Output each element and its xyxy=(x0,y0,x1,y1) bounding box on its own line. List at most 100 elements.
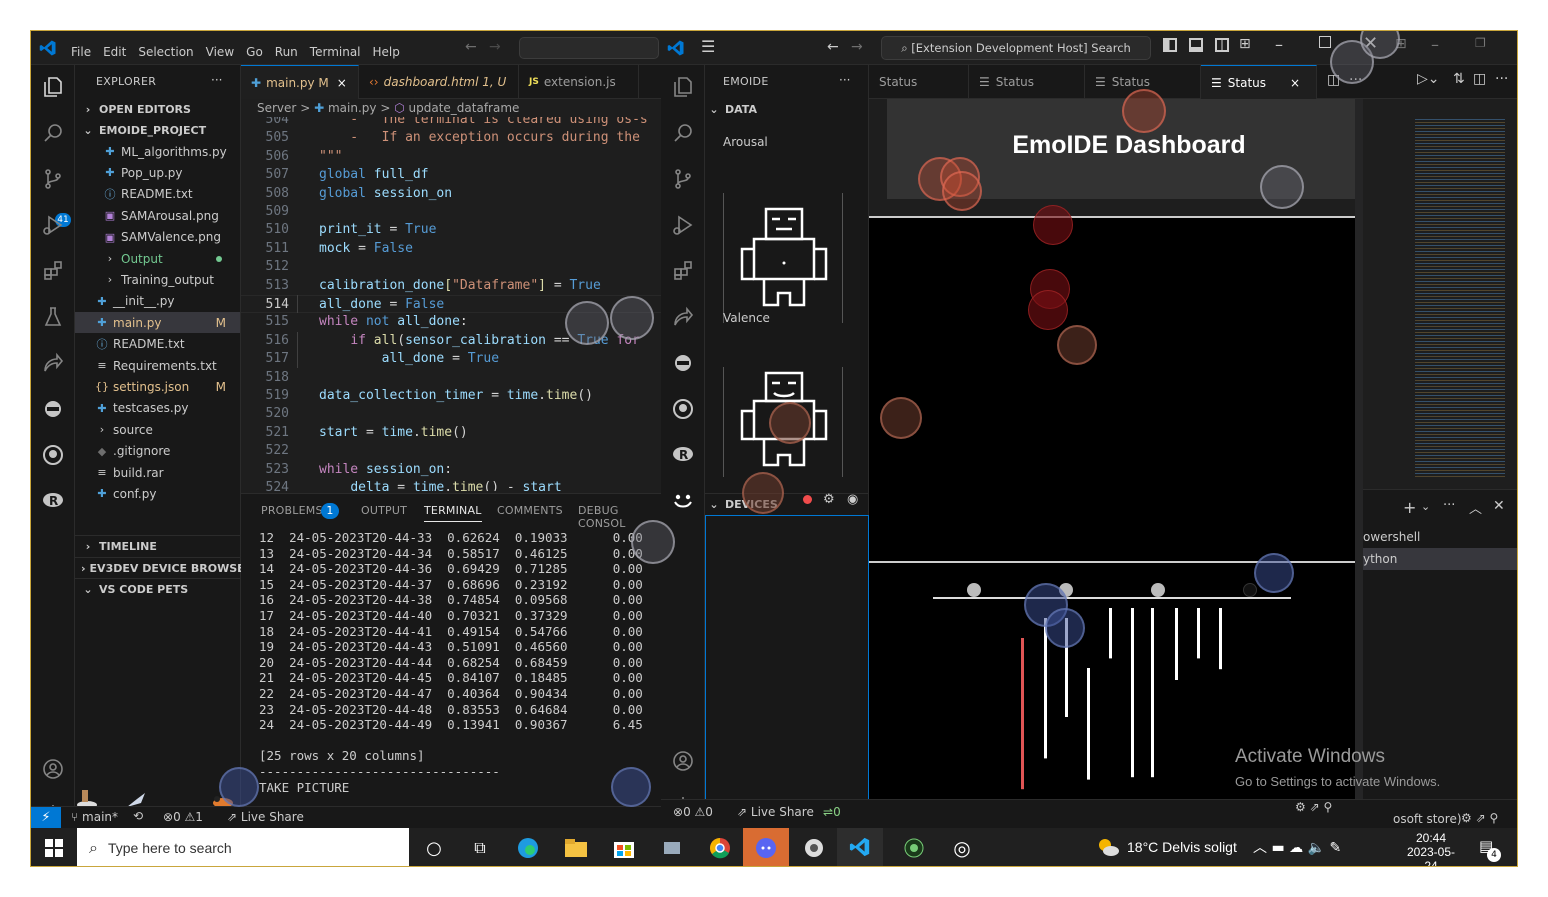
file-item[interactable]: › source xyxy=(75,419,240,440)
tab-terminal[interactable]: TERMINAL xyxy=(424,504,482,522)
command-center[interactable] xyxy=(519,37,659,59)
minimap[interactable] xyxy=(1363,99,1517,489)
code-line[interactable]: 524 delta = time.time() - start xyxy=(241,479,661,491)
task-view-icon[interactable]: ⧉ xyxy=(457,828,503,866)
maximize-icon[interactable] xyxy=(1319,36,1331,48)
code-line[interactable]: 516 if all(sensor_calibration == True fo… xyxy=(241,332,661,350)
code-line[interactable]: 509 xyxy=(241,203,661,221)
close-window-icon[interactable]: ✕ xyxy=(1363,33,1378,54)
ports-status[interactable]: ⇌0 xyxy=(823,805,841,819)
file-item[interactable]: › Training_output xyxy=(75,269,240,290)
github-icon[interactable] xyxy=(31,435,75,475)
record-icon[interactable] xyxy=(803,495,812,504)
code-line[interactable]: 518 xyxy=(241,369,661,387)
clock[interactable]: 20:44 2023-05-24 xyxy=(1401,831,1461,866)
tab-close-icon[interactable]: × xyxy=(337,76,347,90)
code-line[interactable]: 515 while not all_done: xyxy=(241,313,661,331)
file-item[interactable]: {} settings.json M xyxy=(75,376,240,397)
app-icon[interactable] xyxy=(891,828,937,866)
emoide-more-icon[interactable]: ··· xyxy=(839,73,850,87)
devices-section[interactable]: ⌄ DEVICES xyxy=(705,493,868,514)
code-line[interactable]: 514 all_done = False xyxy=(241,295,661,314)
account-icon[interactable] xyxy=(31,749,75,789)
testing-icon[interactable] xyxy=(31,297,75,337)
problems-status[interactable]: ⊗0 ⚠0 xyxy=(673,805,713,819)
search-icon[interactable] xyxy=(661,113,705,153)
explorer-icon[interactable] xyxy=(661,67,705,107)
source-control-icon[interactable] xyxy=(31,159,75,199)
ev3dev-section[interactable]: › EV3DEV DEVICE BROWSER xyxy=(75,557,253,578)
tab-comments[interactable]: COMMENTS xyxy=(497,504,563,517)
search-icon[interactable] xyxy=(31,113,75,153)
discord-icon[interactable] xyxy=(743,828,789,866)
tab-status[interactable]: Status xyxy=(869,65,969,99)
account-icon[interactable] xyxy=(661,741,705,781)
extensions-icon[interactable] xyxy=(661,251,705,291)
run-debug-icon[interactable] xyxy=(31,205,75,245)
menu-item-go[interactable]: Go xyxy=(246,45,263,59)
store-status[interactable]: osoft store) xyxy=(1393,812,1462,826)
r-icon[interactable]: R xyxy=(661,435,705,475)
windows-start-icon[interactable] xyxy=(31,828,77,866)
code-line[interactable]: 521 start = time.time() xyxy=(241,424,661,442)
devices-list[interactable] xyxy=(705,515,869,833)
code-line[interactable]: 506 """ xyxy=(241,148,661,166)
terminal-more-icon[interactable]: ··· xyxy=(1443,498,1455,513)
tray-icons[interactable]: ︿ ▬ ☁ 🔈 ✎ xyxy=(1253,837,1341,857)
toggle-secondary-icon[interactable] xyxy=(1215,38,1229,52)
menu-item-help[interactable]: Help xyxy=(373,45,400,59)
device-settings-icon[interactable]: ⚙ xyxy=(823,492,835,507)
breadcrumb-item[interactable]: update_dataframe xyxy=(409,101,520,115)
file-item[interactable]: ≡ build.rar xyxy=(75,462,240,483)
hamburger-menu-icon[interactable]: ☰ xyxy=(701,37,715,56)
close-panel-icon[interactable]: ✕ xyxy=(1493,498,1505,514)
vscode-taskbar-icon[interactable] xyxy=(837,828,883,866)
code-line[interactable]: 520 xyxy=(241,405,661,423)
app-icon[interactable] xyxy=(791,828,837,866)
breadcrumb-item[interactable]: main.py xyxy=(328,101,377,115)
code-line[interactable]: 505 - If an exception occurs during the xyxy=(241,129,661,147)
code-line[interactable]: 504 - The terminal is cleared using os-s xyxy=(241,117,661,129)
sync-icon[interactable]: ⟲ xyxy=(133,809,143,823)
pets-section[interactable]: ⌄ VS CODE PETS xyxy=(75,578,240,599)
toggle-sidebar-icon[interactable] xyxy=(1163,38,1177,52)
code-line[interactable]: 511 mock = False xyxy=(241,240,661,258)
file-item[interactable]: ⓘ README.txt xyxy=(75,334,240,355)
file-item[interactable]: ✚ main.py M xyxy=(75,312,240,334)
tab-status[interactable]: ☰ Status xyxy=(1085,65,1201,99)
code-line[interactable]: 507 global full_df xyxy=(241,166,661,184)
menu-item-terminal[interactable]: Terminal xyxy=(310,45,361,59)
explorer-icon[interactable] xyxy=(31,67,75,107)
file-item[interactable]: › Output xyxy=(75,248,240,269)
new-terminal-icon[interactable]: + xyxy=(1403,498,1416,517)
tab-close-icon[interactable]: × xyxy=(1290,76,1300,90)
edge-icon[interactable] xyxy=(505,828,551,866)
breadcrumb-item[interactable]: Server xyxy=(257,101,296,115)
toggle-panel-icon[interactable] xyxy=(1189,38,1203,52)
emoide-smiley-icon[interactable] xyxy=(661,481,705,521)
branch-item[interactable]: ⑂ main* xyxy=(71,810,118,824)
data-section[interactable]: ⌄ DATA xyxy=(705,99,868,120)
terminal-output[interactable]: 12 24-05-2023T20-44-33 0.62624 0.19033 0… xyxy=(241,530,661,800)
ev3-icon[interactable] xyxy=(661,343,705,383)
code-line[interactable]: 522 xyxy=(241,442,661,460)
ev3-icon[interactable] xyxy=(31,389,75,429)
live-share-status[interactable]: ⇗ Live Share xyxy=(737,805,814,819)
extensions-icon[interactable] xyxy=(31,251,75,291)
command-center-search[interactable]: ⌕ [Extension Development Host] Search xyxy=(881,36,1151,60)
menu-item-view[interactable]: View xyxy=(206,45,234,59)
tab-output[interactable]: OUTPUT xyxy=(361,504,407,517)
code-line[interactable]: 512 xyxy=(241,258,661,276)
source-control-icon[interactable] xyxy=(661,159,705,199)
problems-status[interactable]: ⊗0 ⚠1 xyxy=(163,810,203,824)
file-item[interactable]: ▣ SAMValence.png xyxy=(75,227,240,248)
obs-icon[interactable]: ◎ xyxy=(939,828,985,866)
code-editor[interactable]: 504 - The terminal is cleared using os-s… xyxy=(241,117,661,491)
sync-status-icon[interactable]: ⚙ ⇗ ⚲ xyxy=(1295,800,1332,814)
file-item[interactable]: ⓘ README.txt xyxy=(75,184,240,205)
code-line[interactable]: 513 calibration_done["Dataframe"] = True xyxy=(241,277,661,295)
terminal-dropdown-icon[interactable]: ⌄ xyxy=(1421,500,1430,513)
terminal-list-powershell[interactable]: owershell xyxy=(1363,526,1517,548)
tab-problems[interactable]: PROBLEMS xyxy=(261,504,323,517)
cortana-icon[interactable]: ○ xyxy=(411,828,457,866)
